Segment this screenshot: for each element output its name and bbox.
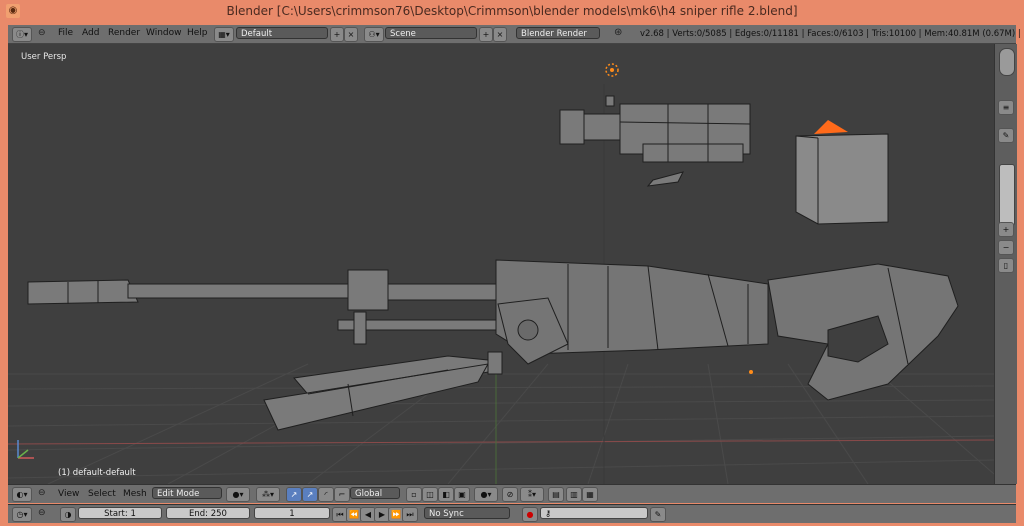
scene-stats: v2.68 | Verts:0/5085 | Edges:0/11181 | F… xyxy=(640,29,1022,39)
editor-type-info-icon[interactable]: ⓘ▾ xyxy=(12,27,32,42)
face-select-icon[interactable]: ◧ xyxy=(438,487,454,502)
collapse-timeline-menu-icon[interactable]: ⊖ xyxy=(38,508,46,518)
menu-add[interactable]: Add xyxy=(82,28,99,38)
editor-type-3dview-icon[interactable]: ◐▾ xyxy=(12,487,32,502)
box-mesh[interactable] xyxy=(795,133,889,225)
zoom-slider[interactable] xyxy=(999,164,1015,226)
editor-type-timeline-icon[interactable]: ◷▾ xyxy=(12,507,32,522)
remove-screen-icon[interactable]: × xyxy=(344,27,358,42)
menu-mesh[interactable]: Mesh xyxy=(123,489,147,499)
scene-field[interactable]: Scene xyxy=(385,27,477,39)
snap-toggle-icon[interactable]: ⊘ xyxy=(502,487,518,502)
pan-icon[interactable]: ▯ xyxy=(998,258,1014,273)
opengl-render-animation-icon[interactable]: ▦ xyxy=(582,487,598,502)
keying-set-field[interactable]: ⚷ xyxy=(540,507,648,519)
3d-view-header: ◐▾ ⊖ View Select Mesh Edit Mode ●▾ ⁂▾ ↗ … xyxy=(8,484,1016,503)
viewport-scene[interactable] xyxy=(8,44,994,484)
use-preview-range-icon[interactable]: ◑ xyxy=(60,507,76,522)
menu-window[interactable]: Window xyxy=(146,28,182,38)
sync-mode-select[interactable]: No Sync xyxy=(424,507,510,519)
collapse-3d-menu-icon[interactable]: ⊖ xyxy=(38,488,46,498)
insert-keyframe-icon[interactable]: ✎ xyxy=(650,507,666,522)
remove-scene-icon[interactable]: × xyxy=(493,27,507,42)
rotate-manipulator-icon[interactable]: ◜ xyxy=(318,487,334,502)
timeline-header: ◷▾ ⊖ ◑ Start: 1 End: 250 1 ⏮ ⏪ ◀ ▶ ⏩ ⏭ N… xyxy=(8,504,1016,523)
rifle-body-mesh[interactable] xyxy=(495,259,959,401)
menu-view[interactable]: View xyxy=(58,489,79,499)
zoom-in-icon[interactable]: + xyxy=(998,222,1014,237)
object-origin-dot xyxy=(749,370,753,374)
camera-triangle-icon[interactable] xyxy=(814,120,848,134)
scale-manipulator-icon[interactable]: ⌐ xyxy=(334,487,350,502)
limit-selection-icon[interactable]: ▣ xyxy=(454,487,470,502)
transform-orientation-select[interactable]: Global xyxy=(350,487,400,499)
axis-gizmo xyxy=(17,440,34,459)
collapse-menu-icon[interactable]: ⊖ xyxy=(38,28,46,38)
manipulator-toggle-icon[interactable]: ↗ xyxy=(286,487,302,502)
snap-element-icon[interactable]: ⁑▾ xyxy=(520,487,544,502)
menu-help[interactable]: Help xyxy=(187,28,208,38)
3d-viewport[interactable]: User Persp (1) default-default xyxy=(8,44,994,484)
scroll-handle[interactable] xyxy=(999,48,1015,76)
layers-icon[interactable]: ▤ xyxy=(548,487,564,502)
proportional-edit-icon[interactable]: ●▾ xyxy=(474,487,498,502)
bipod-mesh[interactable] xyxy=(263,351,503,431)
zoom-out-icon[interactable]: − xyxy=(998,240,1014,255)
translate-manipulator-icon[interactable]: ↗ xyxy=(302,487,318,502)
screen-layout-field[interactable]: Default xyxy=(236,27,328,39)
pivot-point-icon[interactable]: ⁂▾ xyxy=(256,487,280,502)
menu-render[interactable]: Render xyxy=(108,28,140,38)
menu-select[interactable]: Select xyxy=(88,489,116,499)
mode-select[interactable]: Edit Mode xyxy=(152,487,222,499)
scope-mesh[interactable] xyxy=(559,95,751,187)
render-engine-select[interactable]: Blender Render xyxy=(516,27,600,39)
start-frame-field[interactable]: Start: 1 xyxy=(78,507,162,519)
record-keyframe-icon[interactable]: ● xyxy=(522,507,538,522)
viewport-shading-icon[interactable]: ●▾ xyxy=(226,487,250,502)
menu-file[interactable]: File xyxy=(58,28,73,38)
screen-layout-icon[interactable]: ▦▾ xyxy=(214,27,234,42)
view-perspective-label: User Persp xyxy=(21,52,67,62)
add-scene-icon[interactable]: + xyxy=(479,27,493,42)
active-object-label: (1) default-default xyxy=(58,468,136,478)
vertex-select-icon[interactable]: ▫ xyxy=(406,487,422,502)
lamp-center-dot xyxy=(610,68,614,72)
pencil-tool-icon[interactable]: ✎ xyxy=(998,128,1014,143)
barrel-mesh[interactable] xyxy=(27,269,499,345)
edge-select-icon[interactable]: ◫ xyxy=(422,487,438,502)
add-screen-icon[interactable]: + xyxy=(330,27,344,42)
end-frame-field[interactable]: End: 250 xyxy=(166,507,250,519)
scene-icon[interactable]: ⚇▾ xyxy=(364,27,384,42)
jump-to-end-icon[interactable]: ⏭ xyxy=(402,507,418,522)
key-icon: ⚷ xyxy=(545,509,552,519)
title-bar: ◉ Blender [C:\Users\crimmson76\Desktop\C… xyxy=(0,0,1024,24)
window-title: Blender [C:\Users\crimmson76\Desktop\Cri… xyxy=(226,4,798,18)
blender-logo-icon: ⊛ xyxy=(614,27,623,38)
current-frame-field[interactable]: 1 xyxy=(254,507,330,519)
blender-window: ◉ Blender [C:\Users\crimmson76\Desktop\C… xyxy=(0,0,1024,526)
opengl-render-icon[interactable]: ▥ xyxy=(566,487,582,502)
info-header: ⓘ▾ ⊖ File Add Render Window Help ▦▾ Defa… xyxy=(8,25,1022,44)
properties-tab-icon[interactable]: ≡ xyxy=(998,100,1014,115)
right-side-toolbar: ≡ ✎ + − ▯ xyxy=(994,44,1017,484)
